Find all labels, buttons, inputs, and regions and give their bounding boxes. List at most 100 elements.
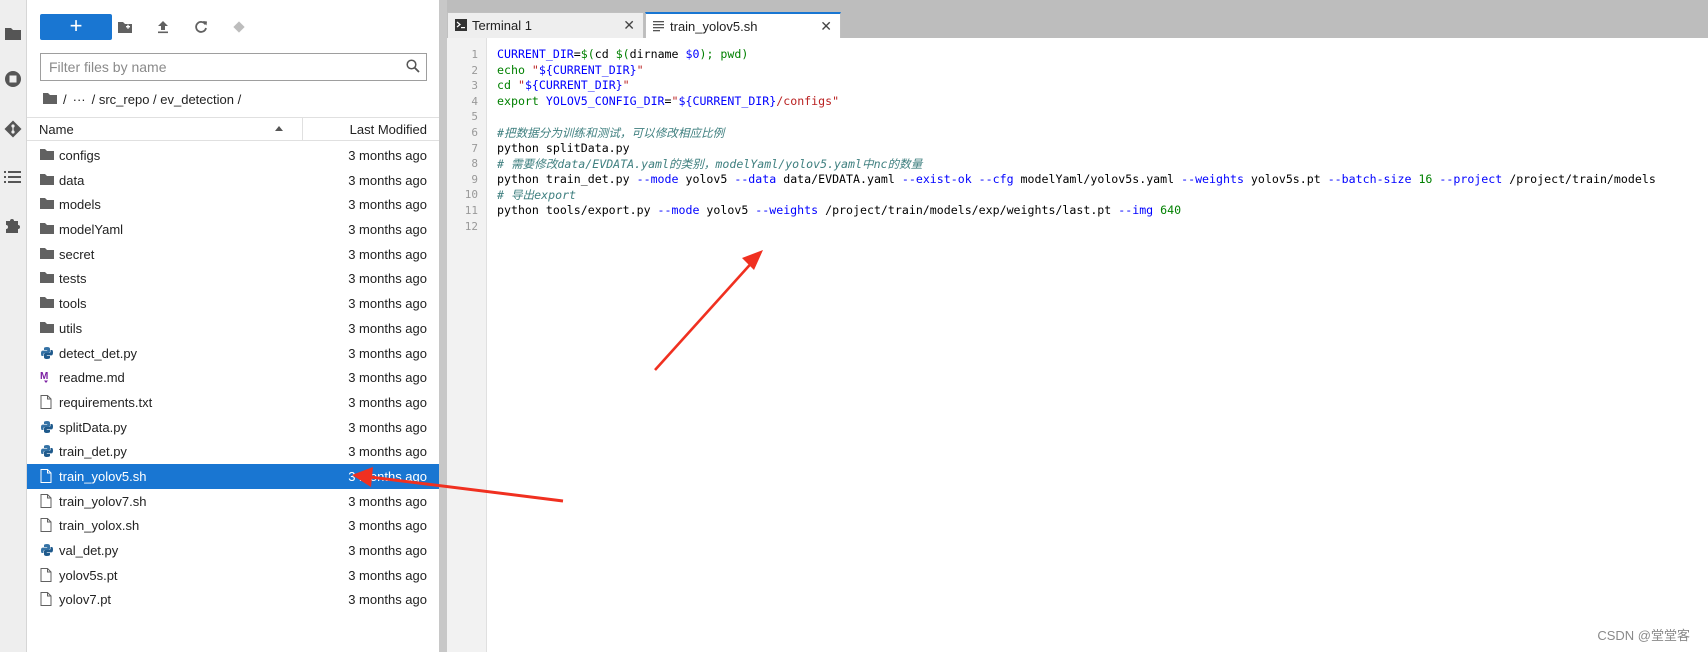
close-icon[interactable]: ✕ [623, 17, 635, 34]
file-row[interactable]: requirements.txt 3 months ago [27, 390, 439, 415]
python-file-icon [40, 444, 54, 458]
code-token: ${CURRENT_DIR} [524, 78, 623, 93]
upload-icon[interactable] [153, 17, 173, 37]
file-modified: 3 months ago [348, 543, 427, 558]
file-modified: 3 months ago [348, 172, 427, 188]
code-line: CURRENT_DIR=$(cd $(dirname $0); pwd) [497, 47, 748, 61]
tab-label: train_yolov5.sh [670, 19, 758, 34]
extension-icon[interactable] [2, 214, 24, 236]
code-token: yolov5s.pt [1243, 171, 1328, 186]
line-number: 1 [471, 48, 478, 61]
name-column-header[interactable]: Name [39, 122, 74, 137]
modified-column-header[interactable]: Last Modified [350, 122, 427, 137]
markdown-file-icon: M [40, 370, 54, 384]
folder-icon[interactable] [2, 22, 24, 44]
file-row[interactable]: splitData.py 3 months ago [27, 415, 439, 440]
code-token: = [573, 47, 581, 61]
file-row[interactable]: detect_det.py 3 months ago [27, 341, 439, 366]
file-modified: 3 months ago [348, 518, 427, 534]
line-number: 8 [471, 157, 478, 171]
code-line: cd "${CURRENT_DIR}" [497, 78, 630, 92]
file-icon [40, 394, 54, 409]
code-token: /project/train/models [1502, 171, 1656, 186]
file-name: val_det.py [59, 543, 119, 558]
python-file-icon [40, 346, 54, 360]
code-token: $( [580, 47, 595, 61]
breadcrumb-root[interactable]: / [63, 92, 67, 107]
code-token: " [636, 62, 644, 77]
file-row[interactable]: secret 3 months ago [27, 242, 439, 267]
file-row[interactable]: train_yolox.sh 3 months ago [27, 513, 439, 538]
running-icon[interactable] [2, 68, 24, 90]
refresh-icon[interactable] [191, 17, 211, 37]
search-icon[interactable] [406, 59, 420, 78]
file-modified: 3 months ago [348, 592, 427, 608]
file-row[interactable]: train_det.py 3 months ago [27, 439, 439, 464]
code-token: 640 [1160, 203, 1182, 217]
breadcrumb-ellipsis[interactable]: ··· [73, 92, 86, 107]
file-name: train_yolox.sh [59, 518, 140, 534]
breadcrumb-path[interactable]: / src_repo / ev_detection / [92, 92, 242, 107]
file-row[interactable]: data 3 months ago [27, 168, 439, 193]
new-folder-icon[interactable] [115, 17, 135, 37]
tab-terminal[interactable]: Terminal 1 ✕ [447, 12, 644, 38]
file-modified: 3 months ago [348, 370, 427, 386]
file-row[interactable]: tests 3 months ago [27, 266, 439, 291]
code-token: echo [497, 62, 532, 77]
text-file-icon [653, 20, 664, 35]
python-file-icon [40, 543, 54, 557]
new-launcher-button[interactable]: + [40, 14, 112, 40]
folder-icon [40, 148, 54, 162]
filter-input[interactable] [49, 58, 389, 76]
file-row[interactable]: models 3 months ago [27, 192, 439, 217]
file-name: splitData.py [59, 419, 127, 435]
folder-icon [40, 247, 54, 261]
column-divider[interactable] [302, 118, 303, 140]
file-row[interactable]: train_yolov7.sh 3 months ago [27, 489, 439, 514]
file-name: modelYaml [59, 222, 124, 238]
terminal-icon [455, 19, 467, 34]
code-token: --cfg [978, 171, 1014, 186]
tab-label: Terminal 1 [472, 18, 532, 33]
file-row[interactable]: val_det.py 3 months ago [27, 538, 439, 563]
line-number: 9 [471, 172, 478, 186]
code-token: --data [734, 171, 777, 186]
sort-ascending-icon[interactable] [275, 126, 283, 131]
code-token: data/EVDATA.yaml [776, 171, 902, 186]
code-line: python tools/export.py --mode yolov5 --w… [497, 203, 1181, 217]
code-token: # 导出export [497, 188, 577, 203]
file-modified: 3 months ago [348, 148, 427, 163]
file-modified: 3 months ago [348, 394, 427, 410]
code-editor[interactable]: CURRENT_DIR=$(cd $(dirname $0); pwd) echo… [489, 38, 1699, 638]
code-token: " [622, 78, 630, 93]
git-icon[interactable] [2, 118, 24, 140]
file-name: tools [59, 296, 87, 312]
file-name: models [59, 197, 101, 213]
toc-icon[interactable] [2, 166, 24, 188]
tab-editor[interactable]: train_yolov5.sh ✕ [645, 12, 841, 38]
file-modified: 3 months ago [348, 296, 427, 312]
file-modified: 3 months ago [348, 493, 427, 509]
file-row[interactable]: modelYaml 3 months ago [27, 217, 439, 242]
file-row[interactable]: configs 3 months ago [27, 143, 439, 168]
tab-bar: Terminal 1 ✕ train_yolov5.sh ✕ [447, 0, 1708, 38]
file-row[interactable]: yolov7.pt 3 months ago [27, 587, 439, 612]
breadcrumb-home-icon[interactable] [43, 92, 57, 107]
code-token: $( [615, 47, 630, 61]
panel-splitter[interactable] [439, 0, 447, 652]
file-row[interactable]: tools 3 months ago [27, 291, 439, 316]
file-row[interactable]: utils 3 months ago [27, 316, 439, 341]
file-modified: 3 months ago [348, 197, 427, 213]
close-icon[interactable]: ✕ [820, 18, 832, 35]
file-name: data [59, 172, 85, 188]
file-modified: 3 months ago [348, 320, 427, 336]
git-clone-icon[interactable] [229, 17, 249, 37]
file-row[interactable]: Mreadme.md 3 months ago [27, 365, 439, 390]
file-icon [40, 592, 54, 607]
code-token: --exist-ok [901, 171, 972, 186]
file-row[interactable]: train_yolov5.sh 3 months ago [27, 463, 439, 489]
code-token: CURRENT_DIR [497, 47, 574, 61]
line-number: 11 [464, 204, 478, 217]
file-row[interactable]: yolov5s.pt 3 months ago [27, 563, 439, 588]
file-modified: 3 months ago [348, 419, 427, 435]
